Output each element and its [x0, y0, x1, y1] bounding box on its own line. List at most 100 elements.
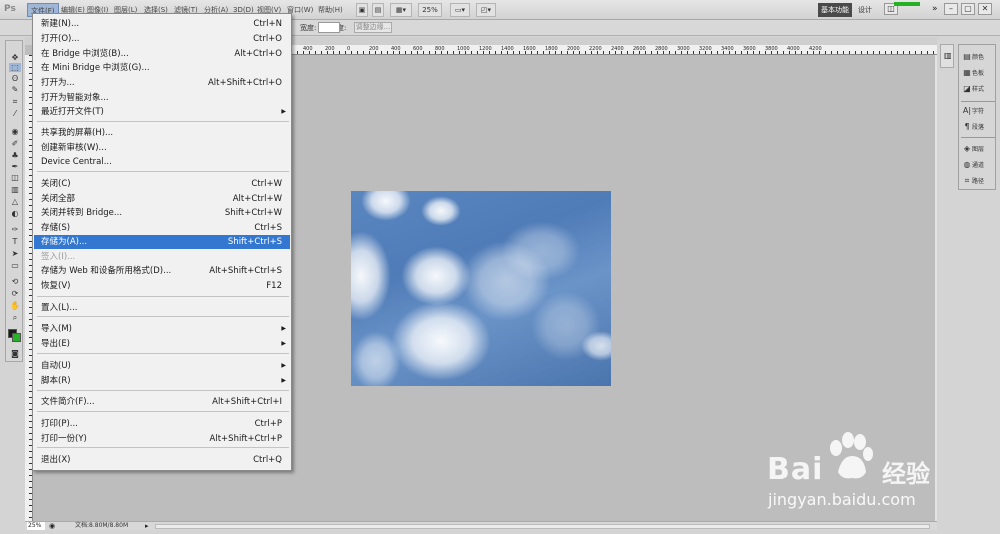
brush-tool-icon[interactable]: ✐	[9, 139, 21, 148]
file-menu-item[interactable]: 在 Mini Bridge 中浏览(G)...	[34, 61, 290, 75]
file-menu-item[interactable]: 导出(E) ▶	[34, 337, 290, 351]
eraser-tool-icon[interactable]: ◫	[9, 173, 21, 182]
file-menu-item[interactable]: 打开(O)... Ctrl+O	[34, 32, 290, 46]
file-menu-item[interactable]: 导入(M) ▶	[34, 322, 290, 336]
menu-item-shortcut: Alt+Shift+Ctrl+O	[207, 78, 282, 88]
hand-tool-icon[interactable]: ✋	[9, 301, 21, 310]
file-menu-item[interactable]: 文件简介(F)... Alt+Shift+Ctrl+I	[34, 395, 290, 409]
status-menu-arrow-icon[interactable]: ▸	[145, 522, 149, 530]
file-menu-item[interactable]: 脚本(R) ▶	[34, 374, 290, 388]
3d-rotate-tool-icon[interactable]: ⟲	[9, 277, 21, 286]
file-menu-item[interactable]: 打印(P)... Ctrl+P	[34, 417, 290, 431]
menu-item-label: 打开为...	[41, 78, 75, 88]
quick-mask-icon[interactable]: ◙	[9, 349, 21, 358]
menu-item-label: 打印一份(Y)	[41, 434, 87, 444]
status-info-icon[interactable]: ◉	[49, 522, 55, 530]
type-tool-icon[interactable]: T	[9, 237, 21, 246]
panel-label: 段落	[972, 124, 985, 131]
horizontal-scrollbar[interactable]	[155, 524, 930, 529]
file-menu-item[interactable]: 退出(X) Ctrl+Q	[34, 453, 290, 467]
height-field[interactable]	[318, 22, 340, 33]
file-menu-item[interactable]: 关闭全部 Alt+Ctrl+W	[34, 192, 290, 206]
status-zoom-field[interactable]: 25%	[27, 522, 45, 530]
healing-brush-tool-icon[interactable]: ◉	[9, 127, 21, 136]
canvas-image-sky[interactable]	[351, 191, 611, 386]
file-menu-item[interactable]: 打开为... Alt+Shift+Ctrl+O	[34, 76, 290, 90]
panel-separator	[961, 101, 995, 102]
crop-tool-icon[interactable]: ⌗	[9, 97, 21, 106]
bridge-icon[interactable]: ▣	[356, 3, 368, 17]
history-brush-tool-icon[interactable]: ✒	[9, 162, 21, 171]
file-menu-item[interactable]: 共享我的屏幕(H)...	[34, 126, 290, 140]
file-menu-item[interactable]: 创建新审核(W)...	[34, 141, 290, 155]
panel-button-paragraph[interactable]: ¶ 段落	[962, 121, 996, 133]
clone-stamp-tool-icon[interactable]: ♣	[9, 151, 21, 160]
panel-button-styles[interactable]: ◪样式	[962, 83, 996, 95]
lasso-tool-icon[interactable]: ʘ	[9, 74, 21, 83]
eyedropper-tool-icon[interactable]: ⁄	[9, 109, 21, 118]
path-select-tool-icon[interactable]: ➤	[9, 249, 21, 258]
marquee-tool-icon[interactable]: ⬚	[9, 63, 21, 72]
menu-10[interactable]: 帮助(H)	[315, 3, 346, 17]
channels-icon: ◍	[963, 160, 971, 169]
maximize-icon[interactable]: ▢	[961, 3, 975, 15]
ruler-tick-label: 1200	[479, 46, 492, 52]
menu-item-label: 最近打开文件(T)	[41, 107, 104, 117]
status-bar: 25% ◉ 文档:8.80M/8.80M ▸	[25, 521, 937, 530]
file-menu-item[interactable]: 打开为智能对象...	[34, 91, 290, 105]
more-workspaces-icon[interactable]: »	[932, 4, 938, 14]
ruler-tick-label: 1800	[545, 46, 558, 52]
workspace-design-tab[interactable]: 设计	[858, 5, 872, 15]
file-menu-item[interactable]: 在 Bridge 中浏览(B)... Alt+Ctrl+O	[34, 47, 290, 61]
ruler-tick-label: 0	[347, 46, 351, 52]
file-menu-item[interactable]: 自动(U) ▶	[34, 359, 290, 373]
file-menu-item[interactable]: 最近打开文件(T) ▶	[34, 105, 290, 119]
close-icon[interactable]: ✕	[978, 3, 992, 15]
file-menu-item[interactable]: 恢复(V) F12	[34, 279, 290, 293]
menu-item-label: 共享我的屏幕(H)...	[41, 128, 114, 138]
shape-tool-icon[interactable]: ▭	[9, 261, 21, 270]
zoom-level-value: 25%	[422, 6, 438, 14]
styles-icon: ◪	[963, 84, 971, 93]
file-menu-item[interactable]: 存储为(A)... Shift+Ctrl+S	[34, 235, 290, 249]
zoom-tool-icon[interactable]: ⌕	[9, 313, 21, 322]
file-menu-item[interactable]: Device Central...	[34, 155, 290, 169]
panel-button-histogram[interactable]: ▤颜色	[962, 51, 996, 63]
file-menu-item[interactable]: 新建(N)... Ctrl+N	[34, 17, 290, 31]
panel-button-swatches[interactable]: ▦色板	[962, 67, 996, 79]
minimize-icon[interactable]: –	[944, 3, 958, 15]
panel-label: 色板	[972, 70, 985, 77]
file-menu-item[interactable]: 置入(L)...	[34, 301, 290, 315]
zoom-level-dropdown[interactable]: 25%	[418, 3, 442, 17]
ruler-tick-label: 4200	[809, 46, 822, 52]
file-menu-item[interactable]: 存储为 Web 和设备所用格式(D)... Alt+Shift+Ctrl+S	[34, 264, 290, 278]
move-tool-icon[interactable]: ✥	[9, 53, 21, 62]
panel-button-paths[interactable]: ⌗ 路径	[962, 175, 996, 187]
width-label: 宽度:	[300, 24, 317, 32]
file-menu-item[interactable]: 关闭(C) Ctrl+W	[34, 177, 290, 191]
background-color-swatch[interactable]	[12, 333, 21, 342]
blur-tool-icon[interactable]: △	[9, 197, 21, 206]
panel-collapse-strip[interactable]: ▥	[940, 44, 954, 68]
gradient-tool-icon[interactable]: ▥	[9, 185, 21, 194]
quick-select-tool-icon[interactable]: ✎	[9, 85, 21, 94]
ruler-tick-label: 1400	[501, 46, 514, 52]
file-menu-item[interactable]: 打印一份(Y) Alt+Shift+Ctrl+P	[34, 432, 290, 446]
arrange-documents-icon[interactable]: ▭▾	[450, 3, 470, 17]
collapse-panels-icon[interactable]: ▥	[944, 51, 952, 60]
workspace-essentials-button[interactable]: 基本功能	[818, 3, 852, 17]
mini-bridge-icon[interactable]: ▤	[372, 3, 384, 17]
ruler-tick-label: 3600	[743, 46, 756, 52]
screen-mode-icon[interactable]: ◰▾	[476, 3, 496, 17]
refine-edge-button[interactable]: 调整边缘...	[354, 22, 392, 33]
panel-button-channels[interactable]: ◍ 通道	[962, 159, 996, 171]
panel-button-layers[interactable]: ◈ 图层	[962, 143, 996, 155]
file-menu-item[interactable]: 关闭并转到 Bridge... Shift+Ctrl+W	[34, 206, 290, 220]
panel-button-character[interactable]: A|字符	[962, 105, 996, 117]
menu-separator	[37, 121, 289, 122]
view-extras-icon[interactable]: ▦▾	[390, 3, 412, 17]
3d-orbit-tool-icon[interactable]: ⟳	[9, 289, 21, 298]
pen-tool-icon[interactable]: ✑	[9, 225, 21, 234]
dodge-tool-icon[interactable]: ◐	[9, 209, 21, 218]
file-menu-item[interactable]: 存储(S) Ctrl+S	[34, 221, 290, 235]
